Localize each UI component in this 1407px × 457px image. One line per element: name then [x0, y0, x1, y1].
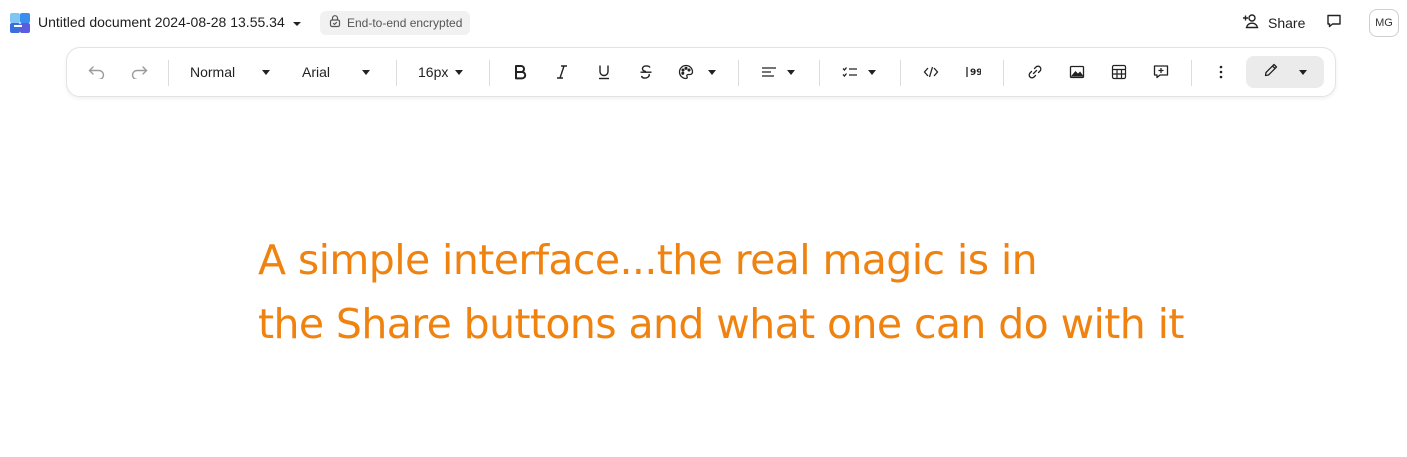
paragraph-line[interactable]: the Share buttons and what one can do wi… [258, 292, 1358, 356]
pencil-icon [1263, 62, 1279, 83]
insert-table-button[interactable] [1108, 48, 1130, 96]
underline-icon [597, 64, 611, 80]
font-size-dropdown[interactable]: 16px [418, 48, 468, 96]
align-left-icon [761, 65, 777, 79]
checklist-icon [842, 65, 858, 79]
document-body[interactable]: A simple interface...the real magic is i… [258, 228, 1358, 356]
toolbar-separator [168, 60, 169, 86]
user-avatar[interactable]: MG [1369, 9, 1399, 37]
more-vertical-icon [1219, 65, 1223, 79]
lock-icon [328, 14, 342, 33]
align-dropdown[interactable] [761, 48, 795, 96]
paragraph-line[interactable]: A simple interface...the real magic is i… [258, 228, 1358, 292]
toolbar-separator [738, 60, 739, 86]
text-color-button[interactable] [678, 48, 716, 96]
paragraph-style-dropdown[interactable]: Normal [190, 48, 280, 96]
formatting-toolbar: Normal Arial 16px 99 [66, 47, 1336, 97]
chevron-down-icon [455, 69, 464, 75]
redo-icon [130, 65, 148, 79]
toolbar-separator [489, 60, 490, 86]
chevron-down-icon[interactable] [291, 17, 303, 29]
strikethrough-button[interactable] [635, 48, 657, 96]
top-bar: Untitled document 2024-08-28 13.55.34 En… [0, 0, 1407, 46]
code-icon [923, 65, 939, 79]
toolbar-separator [396, 60, 397, 86]
italic-icon [555, 64, 569, 80]
insert-image-button[interactable] [1066, 48, 1088, 96]
chevron-down-icon [262, 69, 271, 75]
add-comment-button[interactable] [1150, 48, 1172, 96]
share-button-label: Share [1268, 15, 1306, 31]
bold-icon [513, 64, 527, 80]
chevron-down-icon [868, 69, 876, 75]
more-options-button[interactable] [1210, 48, 1232, 96]
font-family-value: Arial [302, 64, 331, 80]
list-dropdown[interactable] [842, 48, 876, 96]
chevron-down-icon [708, 69, 716, 75]
share-button[interactable]: Share [1236, 10, 1311, 36]
encryption-badge[interactable]: End-to-end encrypted [320, 11, 471, 35]
quote-icon: 99 [965, 65, 981, 79]
undo-button[interactable] [85, 48, 109, 96]
underline-button[interactable] [593, 48, 615, 96]
bold-button[interactable] [509, 48, 531, 96]
table-icon [1111, 64, 1127, 80]
toolbar-separator [819, 60, 820, 86]
toolbar-separator [1003, 60, 1004, 86]
svg-text:99: 99 [970, 68, 981, 78]
italic-button[interactable] [551, 48, 573, 96]
chevron-down-icon [787, 69, 795, 75]
chevron-down-icon [362, 69, 371, 75]
toolbar-separator [1191, 60, 1192, 86]
document-title[interactable]: Untitled document 2024-08-28 13.55.34 [38, 14, 285, 30]
redo-button[interactable] [127, 48, 151, 96]
add-person-icon [1242, 13, 1260, 34]
link-icon [1027, 64, 1043, 80]
comments-button[interactable] [1323, 12, 1345, 34]
editing-mode-dropdown[interactable] [1246, 56, 1324, 88]
font-size-value: 16px [418, 64, 449, 80]
undo-icon [88, 65, 106, 79]
palette-icon [678, 64, 694, 80]
doc-app-logo-icon [10, 13, 30, 33]
quote-button[interactable]: 99 [962, 48, 984, 96]
code-button[interactable] [920, 48, 942, 96]
strikethrough-icon [639, 64, 653, 80]
paragraph-style-value: Normal [190, 64, 236, 80]
link-button[interactable] [1024, 48, 1046, 96]
chevron-down-icon [1299, 69, 1307, 75]
encryption-badge-label: End-to-end encrypted [347, 16, 463, 30]
add-comment-icon [1153, 64, 1169, 80]
font-family-dropdown[interactable]: Arial [302, 48, 374, 96]
toolbar-separator [900, 60, 901, 86]
comment-icon [1326, 13, 1342, 34]
image-icon [1069, 65, 1085, 79]
